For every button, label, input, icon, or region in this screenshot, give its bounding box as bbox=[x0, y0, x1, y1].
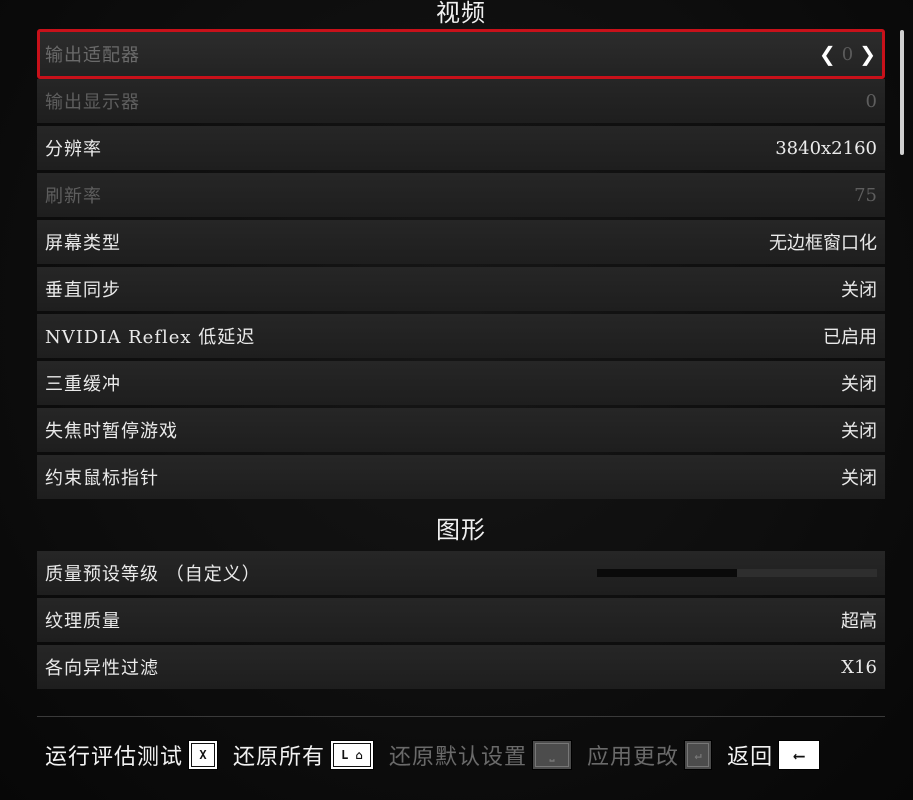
setting-row-constrain-mouse[interactable]: 约束鼠标指针 关闭 bbox=[37, 455, 885, 499]
backspace-arrow-icon: ⟵ bbox=[778, 740, 821, 770]
quality-slider-fill bbox=[597, 569, 737, 577]
setting-row-output-monitor: 输出显示器 0 bbox=[37, 79, 885, 123]
action-label: 返回 bbox=[727, 745, 774, 770]
setting-value: 0 bbox=[841, 43, 854, 65]
setting-row-quality-preset[interactable]: 质量预设等级 （自定义） bbox=[37, 551, 885, 595]
chevron-right-icon[interactable]: ❯ bbox=[859, 44, 876, 64]
setting-row-vsync[interactable]: 垂直同步 关闭 bbox=[37, 267, 885, 311]
setting-label: 垂直同步 bbox=[45, 280, 121, 301]
setting-row-output-adapter[interactable]: 输出适配器 ❮ 0 ❯ bbox=[37, 29, 885, 79]
setting-label: 分辨率 bbox=[45, 139, 102, 160]
action-label: 还原默认设置 bbox=[389, 745, 528, 770]
setting-label: NVIDIA Reflex 低延迟 bbox=[45, 327, 256, 348]
section-title-graphics: 图形 bbox=[436, 516, 486, 544]
value-selector: ❮ 0 ❯ bbox=[819, 44, 876, 65]
setting-value: 关闭 bbox=[841, 468, 877, 489]
enter-key-icon: ↵ bbox=[684, 740, 713, 770]
setting-value: 无边框窗口化 bbox=[769, 233, 877, 254]
chevron-left-icon[interactable]: ❮ bbox=[819, 44, 836, 64]
restore-defaults-button: 还原默认设置 ⎵ bbox=[389, 739, 573, 771]
setting-value: 3840x2160 bbox=[775, 137, 877, 159]
setting-label: 输出显示器 bbox=[45, 92, 140, 113]
setting-label: 质量预设等级 （自定义） bbox=[45, 564, 261, 585]
setting-label: 纹理质量 bbox=[45, 611, 121, 632]
reset-all-button[interactable]: 还原所有 L ⌂ bbox=[233, 739, 375, 771]
settings-screen: 视频 输出适配器 ❮ 0 ❯ 输出显示器 0 分辨率 3840x2160 刷新率… bbox=[0, 0, 913, 800]
apply-changes-button: 应用更改 ↵ bbox=[587, 739, 713, 771]
setting-label: 约束鼠标指针 bbox=[45, 468, 159, 489]
home-icon: ⌂ bbox=[355, 748, 363, 762]
setting-value: 关闭 bbox=[841, 421, 877, 442]
setting-row-resolution[interactable]: 分辨率 3840x2160 bbox=[37, 126, 885, 170]
quality-slider-track bbox=[737, 569, 877, 577]
footer-divider bbox=[37, 716, 885, 717]
back-button[interactable]: 返回 ⟵ bbox=[727, 739, 821, 771]
quality-preset-slider[interactable] bbox=[597, 569, 877, 577]
setting-row-texture-quality[interactable]: 纹理质量 超高 bbox=[37, 598, 885, 642]
space-key-icon: ⎵ bbox=[532, 740, 573, 770]
setting-label: 屏幕类型 bbox=[45, 233, 121, 254]
setting-label: 三重缓冲 bbox=[45, 374, 121, 395]
footer-actions: 运行评估测试 X 还原所有 L ⌂ 还原默认设置 ⎵ 应用更改 ↵ 返回 ⟵ bbox=[45, 733, 835, 777]
setting-value: X16 bbox=[841, 656, 877, 678]
setting-row-screen-type[interactable]: 屏幕类型 无边框窗口化 bbox=[37, 220, 885, 264]
setting-value: 关闭 bbox=[841, 374, 877, 395]
setting-row-nvidia-reflex[interactable]: NVIDIA Reflex 低延迟 已启用 bbox=[37, 314, 885, 358]
action-label: 运行评估测试 bbox=[45, 745, 184, 770]
section-title-video: 视频 bbox=[436, 0, 486, 27]
setting-value: 75 bbox=[854, 184, 877, 206]
scrollbar[interactable] bbox=[900, 30, 904, 155]
setting-value: 已启用 bbox=[823, 327, 877, 348]
setting-row-anisotropic-filtering[interactable]: 各向异性过滤 X16 bbox=[37, 645, 885, 689]
run-benchmark-button[interactable]: 运行评估测试 X bbox=[45, 739, 219, 771]
setting-value: 超高 bbox=[841, 611, 877, 632]
setting-label: 各向异性过滤 bbox=[45, 658, 159, 679]
setting-row-triple-buffering[interactable]: 三重缓冲 关闭 bbox=[37, 361, 885, 405]
x-key-icon: X bbox=[188, 740, 219, 770]
action-label: 还原所有 bbox=[233, 745, 326, 770]
setting-row-refresh-rate: 刷新率 75 bbox=[37, 173, 885, 217]
setting-value: 关闭 bbox=[841, 280, 877, 301]
setting-label: 输出适配器 bbox=[45, 45, 140, 66]
l-home-key-icon: L ⌂ bbox=[330, 740, 375, 770]
action-label: 应用更改 bbox=[587, 745, 680, 770]
setting-value: 0 bbox=[865, 90, 877, 112]
setting-row-pause-on-focus-loss[interactable]: 失焦时暂停游戏 关闭 bbox=[37, 408, 885, 452]
setting-label: 失焦时暂停游戏 bbox=[45, 421, 178, 442]
setting-label: 刷新率 bbox=[45, 186, 102, 207]
